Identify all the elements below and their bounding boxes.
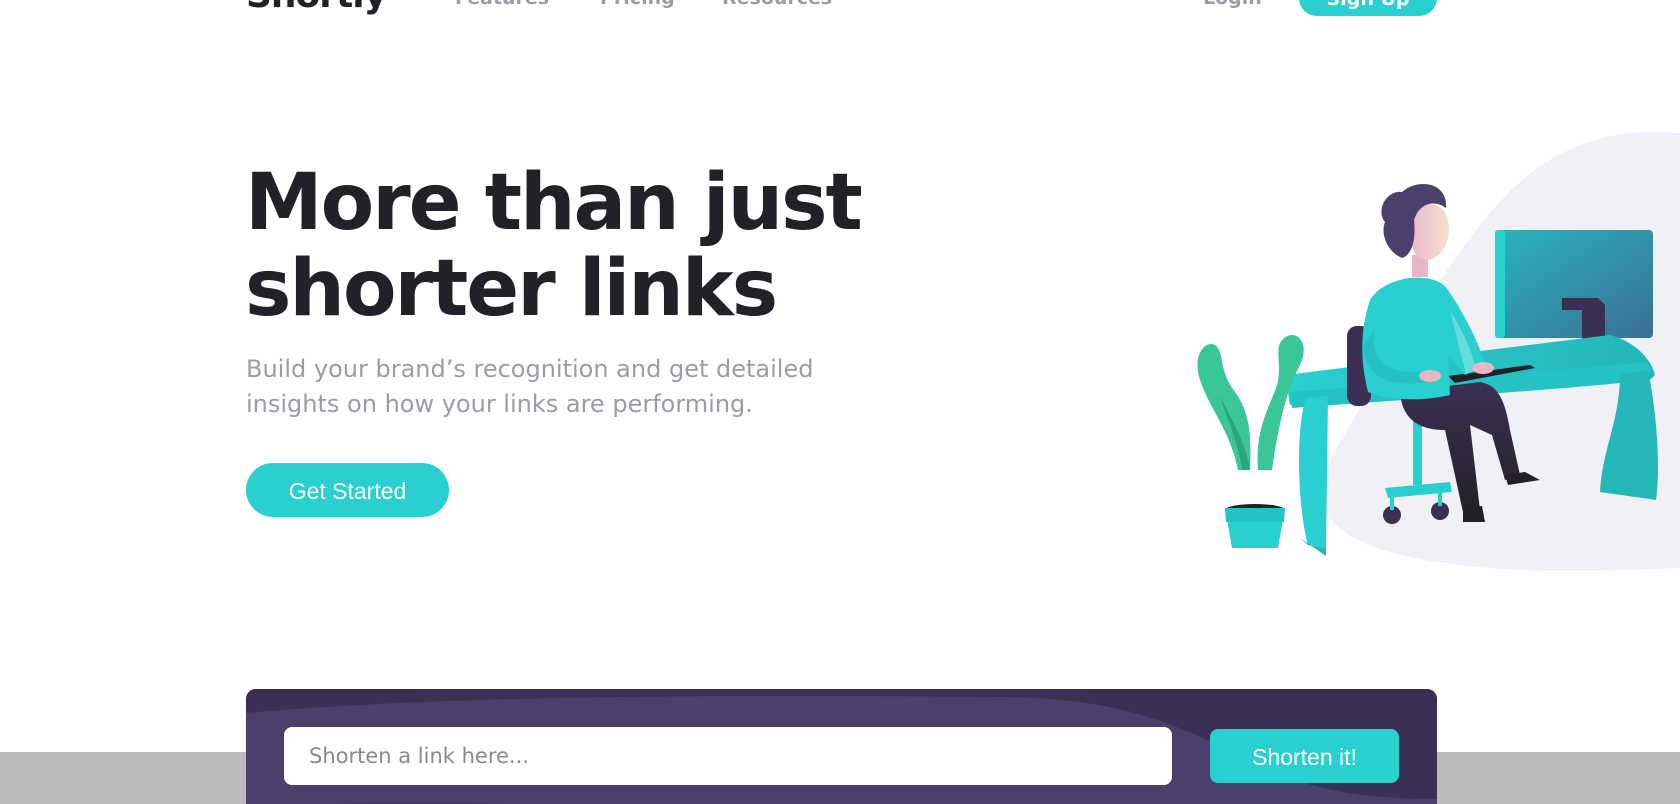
login-link[interactable]: Login <box>1203 0 1262 10</box>
logo[interactable]: Shortly <box>246 0 387 16</box>
shorten-it-button[interactable]: Shorten it! <box>1210 729 1399 783</box>
top-navigation: Shortly Features Pricing Resources Login… <box>0 0 1680 16</box>
get-started-button[interactable]: Get Started <box>246 463 449 517</box>
landing-page: Shortly Features Pricing Resources Login… <box>0 0 1680 804</box>
nav-link-features[interactable]: Features <box>455 0 549 10</box>
shorten-link-input[interactable] <box>284 727 1172 785</box>
signup-button[interactable]: Sign Up <box>1299 0 1437 16</box>
hero-subtitle-line-1: Build your brand’s recognition and get d… <box>246 355 814 383</box>
hero-title-line-1: More than just <box>245 158 863 248</box>
nav-link-pricing[interactable]: Pricing <box>600 0 675 10</box>
person-working-at-desk-illustration <box>1197 131 1680 572</box>
hero-subtitle-line-2: insights on how your links are performin… <box>246 390 753 418</box>
hero-subtitle: Build your brand’s recognition and get d… <box>246 352 866 422</box>
hero-title-line-2: shorter links <box>245 244 778 334</box>
nav-link-resources[interactable]: Resources <box>722 0 832 10</box>
shorten-panel: Shorten it! <box>246 689 1437 804</box>
monitor-screen <box>1495 230 1653 338</box>
hero-title: More than just shorter links <box>245 160 965 332</box>
